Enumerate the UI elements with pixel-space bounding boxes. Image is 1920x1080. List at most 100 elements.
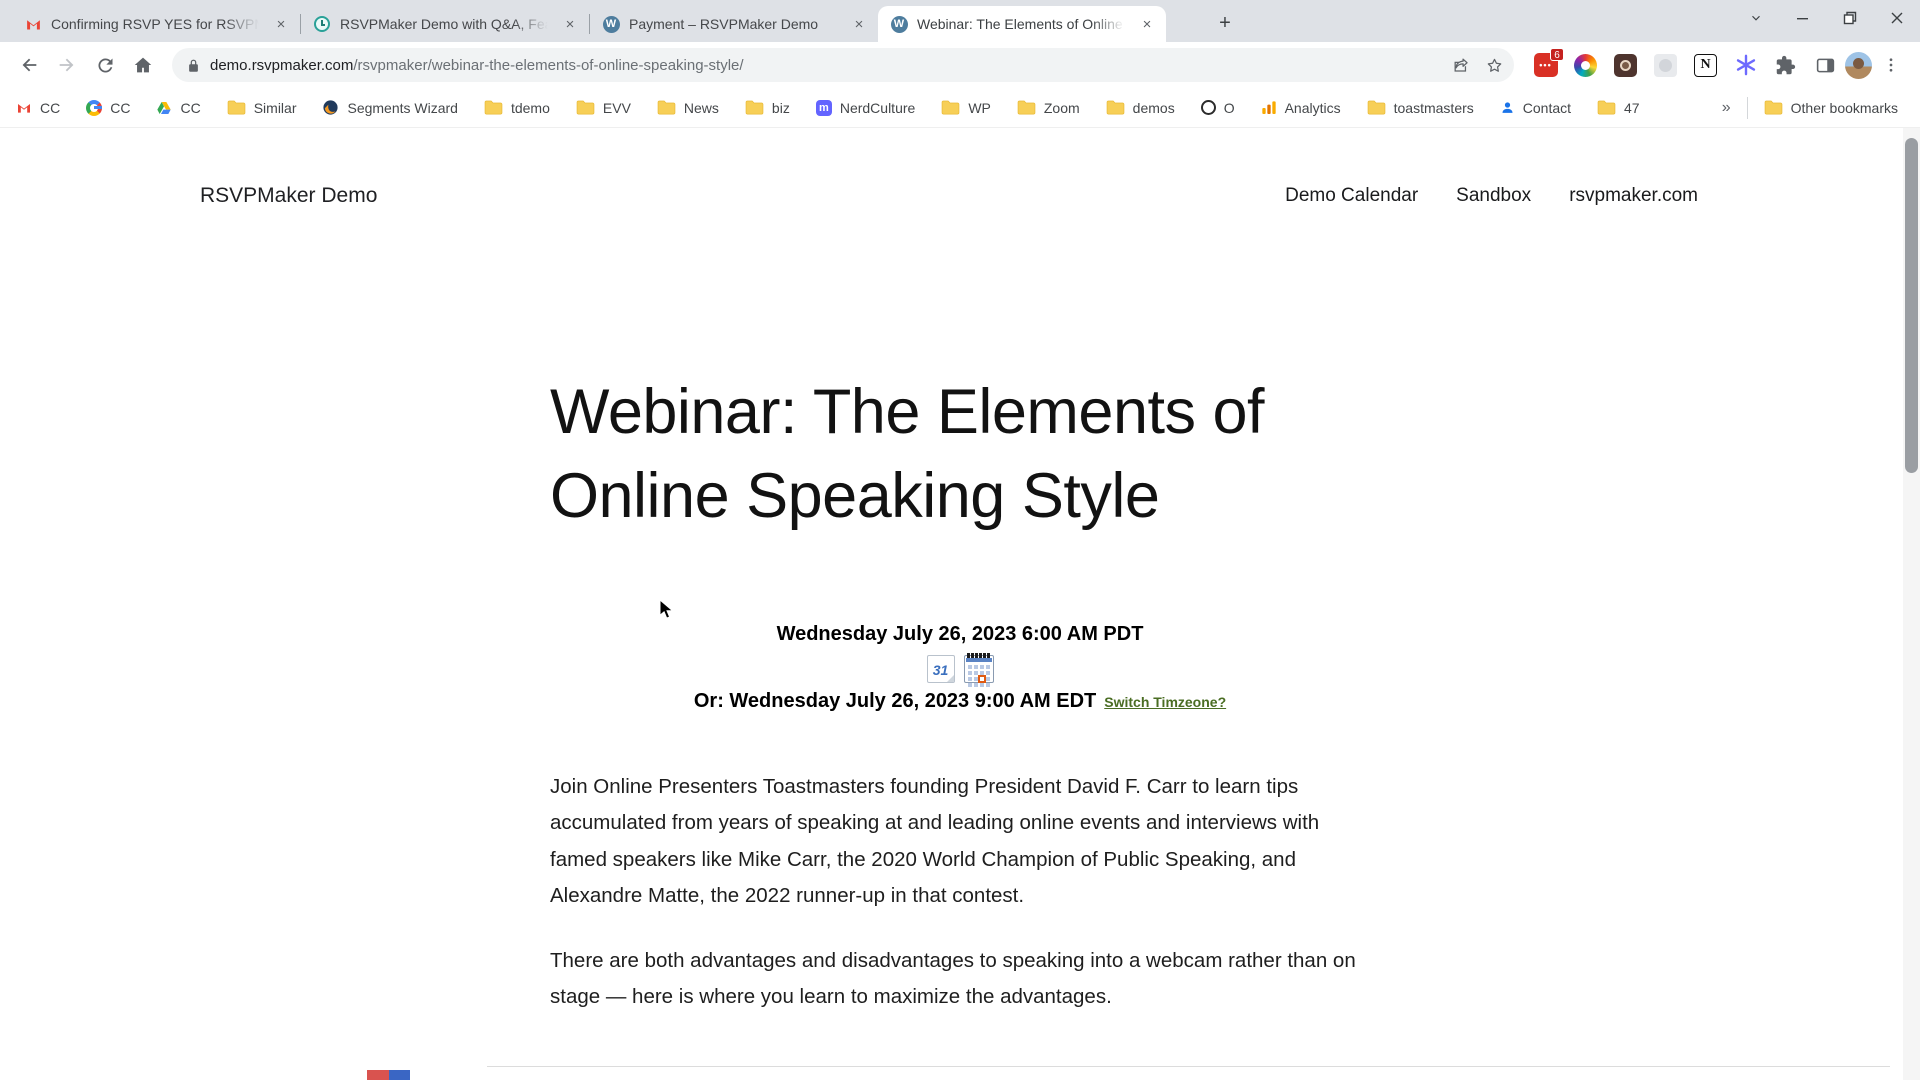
- nav-sandbox[interactable]: Sandbox: [1456, 185, 1531, 207]
- bookmark-item[interactable]: demos: [1106, 100, 1175, 116]
- ical-calendar-icon[interactable]: [963, 652, 994, 687]
- tab-payment[interactable]: W Payment – RSVPMaker Demo ×: [590, 6, 878, 42]
- tab-rsvpmaker-demo[interactable]: RSVPMaker Demo with Q&A, Fea ×: [301, 6, 589, 42]
- bookmark-item[interactable]: m NerdCulture: [815, 99, 915, 116]
- share-icon[interactable]: [1452, 56, 1471, 75]
- partial-embed-top-edge: [367, 1070, 410, 1080]
- bookmarks-divider: [1746, 96, 1748, 119]
- mastodon-icon: m: [815, 99, 832, 116]
- back-button[interactable]: [10, 46, 48, 84]
- home-button[interactable]: [124, 46, 162, 84]
- tab-title: Webinar: The Elements of Online: [917, 16, 1123, 32]
- paragraph: Join Online Presenters Toastmasters foun…: [550, 774, 1320, 908]
- gmail-favicon-icon: [24, 15, 42, 33]
- section-divider: [487, 1066, 1890, 1067]
- analytics-icon: [1261, 100, 1276, 114]
- bookmark-item[interactable]: O: [1200, 100, 1235, 116]
- snowflake-extension-icon[interactable]: [1732, 52, 1759, 79]
- bookmark-item[interactable]: CC: [86, 99, 130, 116]
- folder-icon: [1017, 100, 1036, 115]
- page-viewport: RSVPMaker Demo Demo Calendar Sandbox rsv…: [0, 128, 1920, 1080]
- tab-title: RSVPMaker Demo with Q&A, Fea: [340, 16, 552, 32]
- wordpress-favicon-icon: W: [602, 15, 620, 33]
- tab-title: Confirming RSVP YES for RSVPMa: [51, 16, 263, 32]
- mouse-cursor: [659, 599, 674, 619]
- browser-window: Confirming RSVP YES for RSVPMa × RSVPMak…: [0, 0, 1920, 1080]
- ring-icon: [1200, 100, 1216, 115]
- folder-icon: [1597, 100, 1616, 115]
- calendar-links-row: 31: [550, 652, 1370, 687]
- bookmark-item[interactable]: CC: [156, 100, 201, 116]
- bookmarks-bar: CC CC CC Similar Segments Wizard tdemo E…: [0, 88, 1920, 128]
- camera-extension-icon[interactable]: [1612, 52, 1639, 79]
- bookmark-item[interactable]: 47: [1597, 100, 1640, 116]
- bookmark-item[interactable]: toastmasters: [1367, 100, 1474, 116]
- site-header: RSVPMaker Demo Demo Calendar Sandbox rsv…: [200, 184, 1698, 208]
- wordpress-favicon-icon: W: [890, 15, 908, 33]
- side-panel-icon[interactable]: [1812, 52, 1839, 79]
- color-wheel-extension-icon[interactable]: [1572, 52, 1599, 79]
- bookmark-item[interactable]: tdemo: [484, 100, 550, 116]
- bookmark-item[interactable]: Similar: [227, 100, 296, 116]
- new-tab-button[interactable]: +: [1212, 10, 1238, 36]
- tab-close-icon[interactable]: ×: [1138, 15, 1156, 33]
- site-nav: Demo Calendar Sandbox rsvpmaker.com: [1285, 185, 1698, 207]
- extensions-puzzle-icon[interactable]: [1772, 52, 1799, 79]
- bookmark-item[interactable]: Analytics: [1261, 100, 1341, 116]
- folder-icon: [942, 100, 960, 115]
- bookmark-item[interactable]: WP: [941, 100, 991, 116]
- reload-button[interactable]: [86, 46, 124, 84]
- extension-badge: 6: [1550, 47, 1564, 61]
- profile-avatar[interactable]: [1845, 51, 1872, 79]
- address-bar[interactable]: demo.rsvpmaker.com/rsvpmaker/webinar-the…: [172, 48, 1514, 82]
- lock-icon: [186, 58, 201, 73]
- page-title: Webinar: The Elements of Online Speaking…: [550, 377, 1265, 532]
- vertical-scrollbar[interactable]: [1903, 128, 1920, 1080]
- bookmark-star-icon[interactable]: [1485, 56, 1504, 75]
- site-title[interactable]: RSVPMaker Demo: [200, 184, 377, 208]
- google-calendar-icon[interactable]: 31: [926, 654, 955, 683]
- google-icon: [86, 99, 103, 116]
- bookmark-item[interactable]: Segments Wizard: [322, 99, 458, 116]
- folder-icon: [1367, 100, 1385, 115]
- folder-icon: [227, 100, 246, 115]
- bookmark-item[interactable]: CC: [16, 100, 60, 116]
- tab-gmail-rsvp[interactable]: Confirming RSVP YES for RSVPMa ×: [12, 6, 300, 42]
- segments-wizard-icon: [323, 100, 339, 115]
- scrollbar-thumb[interactable]: [1905, 138, 1918, 473]
- tab-webinar-active[interactable]: W Webinar: The Elements of Online ×: [878, 6, 1166, 42]
- window-close-button[interactable]: [1873, 0, 1920, 36]
- folder-icon: [745, 100, 764, 115]
- alarm-clock-favicon-icon: [313, 15, 331, 33]
- browser-menu-dots-icon[interactable]: [1872, 46, 1910, 84]
- paragraph: There are both advantages and disadvanta…: [550, 948, 1356, 1009]
- folder-icon: [1106, 100, 1124, 115]
- bookmark-item[interactable]: Contact: [1500, 100, 1571, 116]
- bookmark-item[interactable]: Zoom: [1017, 100, 1080, 116]
- other-bookmarks-button[interactable]: Other bookmarks: [1764, 100, 1898, 116]
- bookmark-item[interactable]: biz: [745, 100, 790, 116]
- person-icon: [1502, 102, 1513, 113]
- folder-icon: [657, 100, 676, 115]
- password-manager-extension-icon[interactable]: ••• 6: [1532, 47, 1564, 79]
- window-restore-button[interactable]: [1826, 0, 1873, 36]
- tab-close-icon[interactable]: ×: [561, 15, 579, 33]
- tab-search-chevron-icon[interactable]: [1732, 0, 1779, 36]
- nav-rsvpmaker-com[interactable]: rsvpmaker.com: [1569, 185, 1698, 207]
- event-datetime-primary: Wednesday July 26, 2023 6:00 AM PDT: [776, 622, 1144, 645]
- notion-extension-icon[interactable]: N: [1692, 52, 1719, 79]
- folder-icon: [576, 100, 595, 115]
- gray-card-extension-icon[interactable]: [1652, 52, 1679, 79]
- main-content: Webinar: The Elements of Online Speaking…: [550, 370, 1370, 1016]
- bookmarks-overflow-chevron[interactable]: »: [1722, 99, 1731, 117]
- forward-button[interactable]: [48, 46, 86, 84]
- nav-demo-calendar[interactable]: Demo Calendar: [1285, 185, 1418, 207]
- tab-close-icon[interactable]: ×: [850, 15, 868, 33]
- browser-toolbar: demo.rsvpmaker.com/rsvpmaker/webinar-the…: [0, 42, 1920, 88]
- bookmark-item[interactable]: News: [657, 100, 719, 116]
- window-minimize-button[interactable]: [1779, 0, 1826, 36]
- tab-close-icon[interactable]: ×: [272, 15, 290, 33]
- event-description: Join Online Presenters Toastmasters foun…: [550, 769, 1370, 1016]
- switch-timezone-link[interactable]: Switch Timzeone?: [1104, 694, 1226, 710]
- bookmark-item[interactable]: EVV: [576, 100, 631, 116]
